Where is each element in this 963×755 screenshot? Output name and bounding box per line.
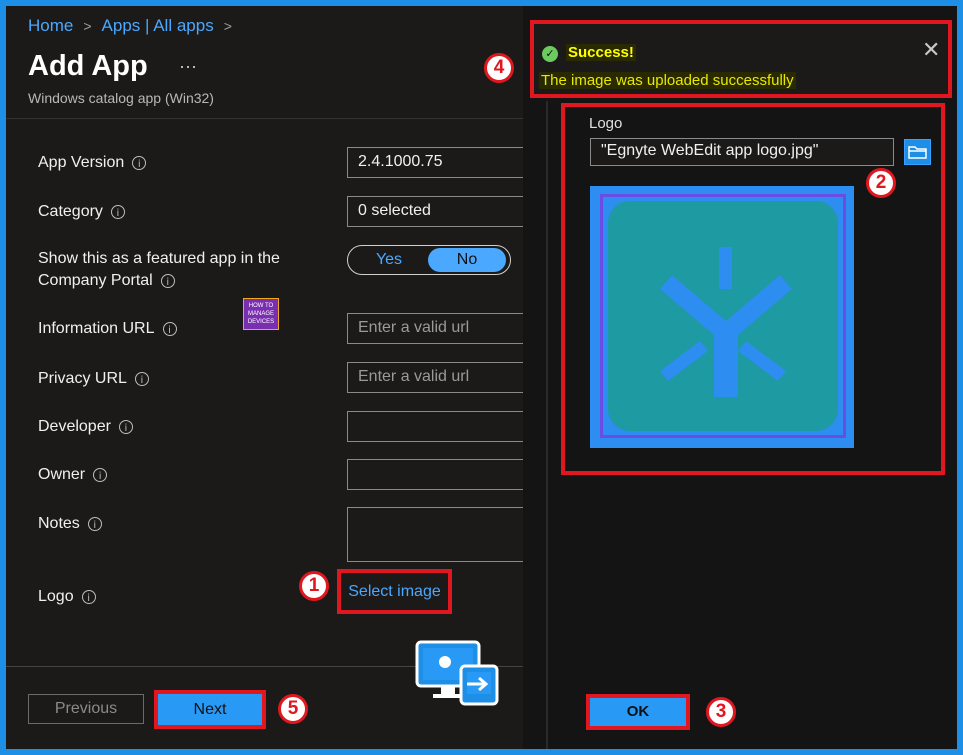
app-frame: Home > Apps | All apps > Add App ··· Win… (6, 6, 957, 749)
notes-label-text: Notes (38, 515, 80, 532)
step-badge-5: 5 (278, 694, 308, 724)
app-version-label-text: App Version (38, 154, 125, 171)
category-select[interactable]: 0 selected (347, 196, 537, 227)
owner-label-text: Owner (38, 466, 86, 483)
chevron-right-icon: > (83, 18, 92, 34)
logo-panel: Logo "Egnyte WebEdit app logo.jpg" (561, 103, 945, 475)
toggle-yes-option[interactable]: Yes (350, 251, 428, 269)
developer-label-text: Developer (38, 418, 111, 435)
egnyte-logo-mark (660, 247, 792, 397)
app-version-label: App Version (38, 152, 147, 176)
logo-label: Logo (38, 586, 96, 610)
step-badge-4: 4 (484, 53, 514, 83)
step-badge-2: 2 (866, 168, 896, 198)
featured-app-label-line2-wrap: Company Portal (38, 270, 280, 294)
developer-label: Developer (38, 416, 133, 440)
info-icon[interactable] (93, 466, 108, 488)
ok-button[interactable]: OK (590, 698, 686, 726)
category-label: Category (38, 201, 125, 225)
notes-textarea[interactable] (347, 507, 537, 562)
notification-message: The image was uploaded successfully (539, 72, 796, 89)
folder-browse-icon[interactable] (904, 139, 931, 165)
featured-app-label: Show this as a featured app in the Compa… (38, 248, 280, 294)
remote-desktop-icon (415, 640, 499, 706)
notes-label: Notes (38, 513, 102, 537)
logo-preview (590, 186, 854, 448)
notification-title: Success! (566, 44, 636, 61)
owner-label: Owner (38, 464, 108, 488)
info-icon[interactable] (134, 370, 149, 392)
breadcrumb-apps[interactable]: Apps | All apps (102, 16, 214, 36)
privacy-url-input[interactable]: Enter a valid url (347, 362, 537, 393)
logo-label-text: Logo (38, 588, 74, 605)
privacy-url-label-text: Privacy URL (38, 370, 127, 387)
logo-file-input[interactable]: "Egnyte WebEdit app logo.jpg" (590, 138, 894, 166)
close-icon[interactable]: ✕ (922, 38, 940, 63)
developer-input[interactable] (347, 411, 537, 442)
information-url-input[interactable]: Enter a valid url (347, 313, 537, 344)
pane-divider (546, 101, 548, 749)
select-image-link[interactable]: Select image (337, 569, 452, 614)
success-notification: ✓ Success! The image was uploaded succes… (530, 20, 952, 98)
chevron-right-icon: > (223, 18, 232, 34)
watermark-line2: MANAGE (247, 311, 274, 317)
info-icon[interactable] (81, 588, 96, 610)
egnyte-logo-image (608, 201, 838, 431)
how-to-manage-devices-logo: HOW TO MANAGE DEVICES (243, 298, 279, 330)
watermark-line1: HOW TO (248, 303, 274, 309)
info-icon[interactable] (87, 515, 102, 537)
featured-app-label-line1: Show this as a featured app in the (38, 250, 280, 267)
category-label-text: Category (38, 203, 103, 220)
next-button-highlight: Next (154, 690, 266, 729)
more-options-icon[interactable]: ··· (179, 56, 197, 77)
next-button[interactable]: Next (158, 694, 262, 725)
app-version-input[interactable]: 2.4.1000.75 (347, 147, 537, 178)
add-app-pane: Home > Apps | All apps > Add App ··· Win… (6, 6, 537, 749)
logo-panel-label: Logo (589, 115, 623, 132)
page-subtitle: Windows catalog app (Win32) (28, 90, 214, 106)
page-title: Add App (28, 50, 148, 82)
information-url-label: Information URL (38, 318, 177, 342)
featured-app-label-line2: Company Portal (38, 272, 153, 289)
owner-input[interactable] (347, 459, 537, 490)
breadcrumb: Home > Apps | All apps > (28, 16, 232, 36)
toggle-no-option[interactable]: No (428, 248, 506, 272)
watermark-line3: DEVICES (247, 319, 275, 325)
featured-app-toggle[interactable]: Yes No (347, 245, 511, 275)
ok-button-highlight: OK (586, 694, 690, 730)
info-icon[interactable] (118, 418, 133, 440)
info-icon[interactable] (110, 203, 125, 225)
divider (6, 118, 523, 119)
checkmark-icon: ✓ (542, 46, 558, 62)
step-badge-3: 3 (706, 697, 736, 727)
logo-preview-frame (600, 194, 846, 438)
privacy-url-label: Privacy URL (38, 368, 149, 392)
information-url-label-text: Information URL (38, 320, 155, 337)
info-icon[interactable] (162, 320, 177, 342)
folder-icon-graphic (908, 146, 927, 159)
step-badge-1: 1 (299, 571, 329, 601)
breadcrumb-home[interactable]: Home (28, 16, 73, 36)
info-icon[interactable] (160, 272, 175, 294)
previous-button[interactable]: Previous (28, 694, 144, 724)
info-icon[interactable] (132, 154, 147, 176)
